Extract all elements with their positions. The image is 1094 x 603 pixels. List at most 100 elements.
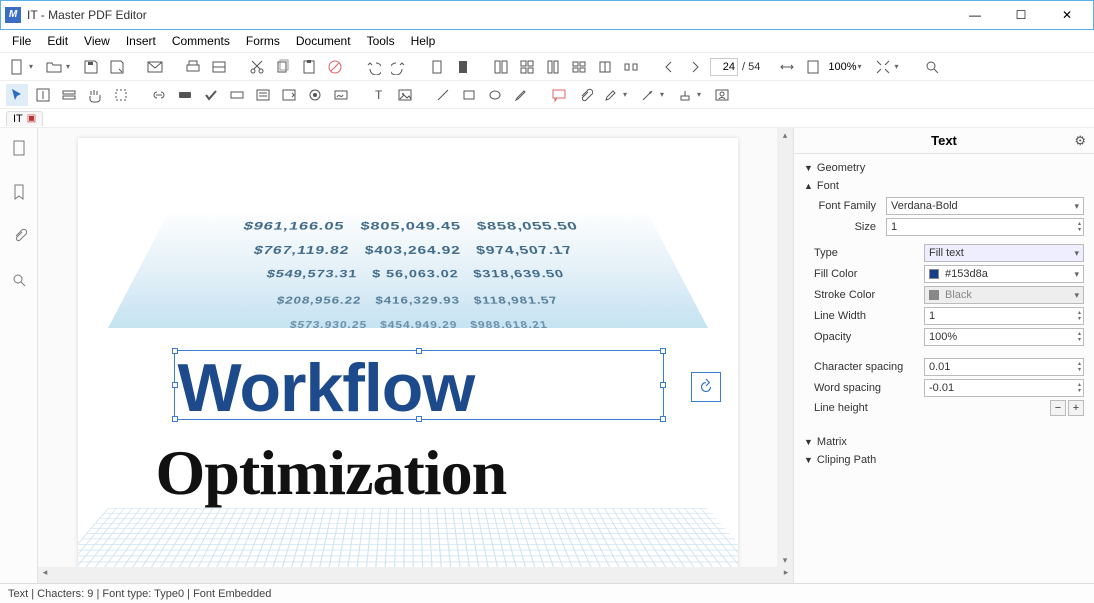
initials-icon[interactable] xyxy=(711,84,733,106)
menu-help[interactable]: Help xyxy=(405,32,442,50)
ellipse-icon[interactable] xyxy=(484,84,506,106)
layout1-icon[interactable] xyxy=(490,56,512,78)
dropdown-icon[interactable]: ▾ xyxy=(895,62,905,71)
actual-size-icon[interactable] xyxy=(872,56,894,78)
fit-page-icon[interactable] xyxy=(802,56,824,78)
scan-icon[interactable] xyxy=(208,56,230,78)
section-matrix[interactable]: ▼Matrix xyxy=(804,434,1084,450)
menu-view[interactable]: View xyxy=(78,32,116,50)
layout4-icon[interactable] xyxy=(568,56,590,78)
opacity-input[interactable]: 100% xyxy=(924,328,1084,346)
text-icon[interactable]: T xyxy=(368,84,390,106)
image-icon[interactable] xyxy=(394,84,416,106)
resize-handle[interactable] xyxy=(660,382,666,388)
page-number-input[interactable] xyxy=(710,58,738,76)
line-icon[interactable] xyxy=(432,84,454,106)
layout3-icon[interactable] xyxy=(542,56,564,78)
dropdown-icon[interactable]: ▾ xyxy=(660,90,670,99)
selection-box[interactable] xyxy=(174,350,664,420)
resize-handle[interactable] xyxy=(660,416,666,422)
link-tool-icon[interactable] xyxy=(148,84,170,106)
thumbnails-icon[interactable] xyxy=(9,138,29,158)
resize-handle[interactable] xyxy=(172,348,178,354)
layout6-icon[interactable] xyxy=(620,56,642,78)
listbox-icon[interactable] xyxy=(252,84,274,106)
highlight-icon[interactable] xyxy=(600,84,622,106)
maximize-button[interactable]: ☐ xyxy=(1007,8,1035,22)
dropdown-icon[interactable]: ▾ xyxy=(66,62,76,71)
radio-icon[interactable] xyxy=(304,84,326,106)
signature-icon[interactable] xyxy=(330,84,352,106)
section-clipping-path[interactable]: ▼Cliping Path xyxy=(804,452,1084,468)
page-filled-icon[interactable] xyxy=(452,56,474,78)
pointer-tool-icon[interactable] xyxy=(6,84,28,106)
attachment-icon[interactable] xyxy=(574,84,596,106)
tab-close-icon[interactable]: ▣ xyxy=(27,113,36,124)
bookmarks-icon[interactable] xyxy=(9,182,29,202)
paste-icon[interactable] xyxy=(298,56,320,78)
horizontal-scrollbar[interactable]: ◂▸ xyxy=(38,567,793,583)
close-button[interactable]: ✕ xyxy=(1053,8,1081,22)
menu-comments[interactable]: Comments xyxy=(166,32,236,50)
redo-icon[interactable] xyxy=(388,56,410,78)
fill-color-select[interactable]: #153d8a xyxy=(924,265,1084,283)
prev-page-icon[interactable] xyxy=(658,56,680,78)
line-height-minus[interactable]: − xyxy=(1050,400,1066,416)
resize-handle[interactable] xyxy=(660,348,666,354)
menu-forms[interactable]: Forms xyxy=(240,32,286,50)
layout2-icon[interactable] xyxy=(516,56,538,78)
fill-type-select[interactable]: Fill text xyxy=(924,244,1084,262)
copy-icon[interactable] xyxy=(272,56,294,78)
hand-tool-icon[interactable] xyxy=(84,84,106,106)
font-family-select[interactable]: Verdana-Bold xyxy=(886,197,1084,215)
open-folder-icon[interactable] xyxy=(43,56,65,78)
print-icon[interactable] xyxy=(182,56,204,78)
edit-text-icon[interactable] xyxy=(32,84,54,106)
dropdown-icon[interactable]: ▾ xyxy=(623,90,633,99)
save-as-icon[interactable] xyxy=(106,56,128,78)
dropdown-icon[interactable]: ▾ xyxy=(697,90,707,99)
arrow-icon[interactable] xyxy=(637,84,659,106)
line-height-plus[interactable]: + xyxy=(1068,400,1084,416)
line-width-input[interactable]: 1 xyxy=(924,307,1084,325)
save-icon[interactable] xyxy=(80,56,102,78)
section-geometry[interactable]: ▼Geometry xyxy=(804,160,1084,176)
section-font[interactable]: ▲Font xyxy=(804,178,1084,194)
email-icon[interactable] xyxy=(144,56,166,78)
document-viewport[interactable]: $961,166.05 $805,049.45 $858,055.50 $767… xyxy=(38,128,777,567)
pdf-page[interactable]: $961,166.05 $805,049.45 $858,055.50 $767… xyxy=(78,138,738,567)
resize-handle[interactable] xyxy=(172,382,178,388)
checkbox-icon[interactable] xyxy=(200,84,222,106)
button-field-icon[interactable] xyxy=(174,84,196,106)
menu-document[interactable]: Document xyxy=(290,32,357,50)
fit-width-icon[interactable] xyxy=(776,56,798,78)
stamp-icon[interactable] xyxy=(674,84,696,106)
search-panel-icon[interactable] xyxy=(9,270,29,290)
resize-handle[interactable] xyxy=(416,348,422,354)
rectangle-icon[interactable] xyxy=(458,84,480,106)
pencil-icon[interactable] xyxy=(510,84,532,106)
menu-file[interactable]: File xyxy=(6,32,37,50)
new-file-icon[interactable] xyxy=(6,56,28,78)
word-spacing-input[interactable]: -0.01 xyxy=(924,379,1084,397)
search-icon[interactable] xyxy=(921,56,943,78)
edit-forms-icon[interactable] xyxy=(58,84,80,106)
text-object[interactable]: Optimization xyxy=(156,436,507,510)
attachments-icon[interactable] xyxy=(9,226,29,246)
resize-handle[interactable] xyxy=(416,416,422,422)
textfield-icon[interactable] xyxy=(226,84,248,106)
forbidden-icon[interactable] xyxy=(324,56,346,78)
dropdown-icon[interactable]: ▾ xyxy=(29,62,39,71)
undo-icon[interactable] xyxy=(362,56,384,78)
combobox-icon[interactable] xyxy=(278,84,300,106)
font-size-input[interactable]: 1 xyxy=(886,218,1084,236)
rotate-handle-icon[interactable] xyxy=(691,372,721,402)
document-tab[interactable]: IT ▣ xyxy=(6,111,43,126)
comment-icon[interactable] xyxy=(548,84,570,106)
vertical-scrollbar[interactable]: ▴▾ xyxy=(777,128,793,567)
menu-insert[interactable]: Insert xyxy=(120,32,162,50)
cut-icon[interactable] xyxy=(246,56,268,78)
stroke-color-select[interactable]: Black xyxy=(924,286,1084,304)
minimize-button[interactable]: — xyxy=(961,8,989,22)
dropdown-icon[interactable]: ▾ xyxy=(858,62,868,71)
